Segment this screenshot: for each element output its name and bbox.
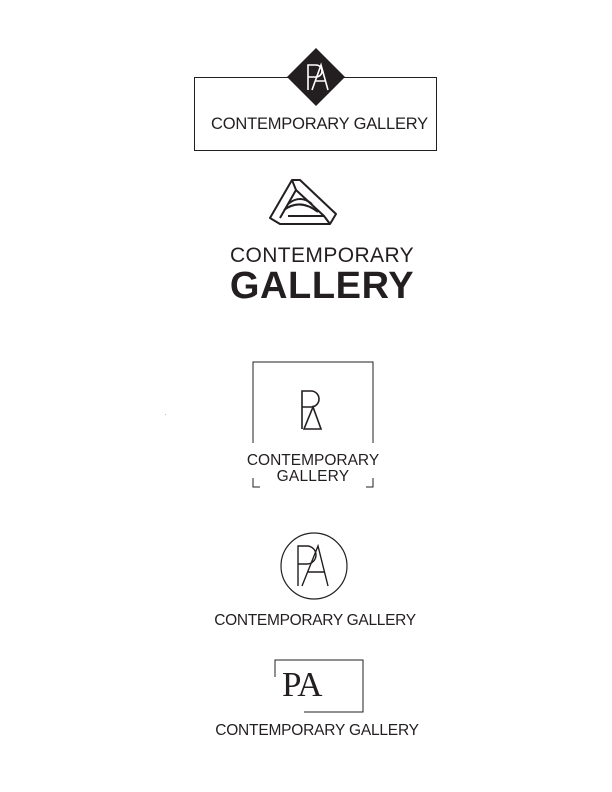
logo3-monogram (301, 390, 323, 430)
logo4-name: CONTEMPORARY GALLERY (214, 612, 416, 629)
logo4-circle-monogram (280, 532, 348, 600)
logo5-name: CONTEMPORARY GALLERY (215, 722, 419, 739)
logo1-diamond-monogram (287, 48, 345, 106)
logo5-monogram: PA (282, 665, 323, 704)
logo2-name-line2: GALLERY (229, 265, 415, 307)
stray-mark (165, 414, 166, 415)
pa-geometric-triangle-icon (269, 179, 337, 225)
logo3-name-line2: GALLERY (276, 468, 350, 485)
logo1-name: CONTEMPORARY GALLERY (211, 115, 428, 133)
